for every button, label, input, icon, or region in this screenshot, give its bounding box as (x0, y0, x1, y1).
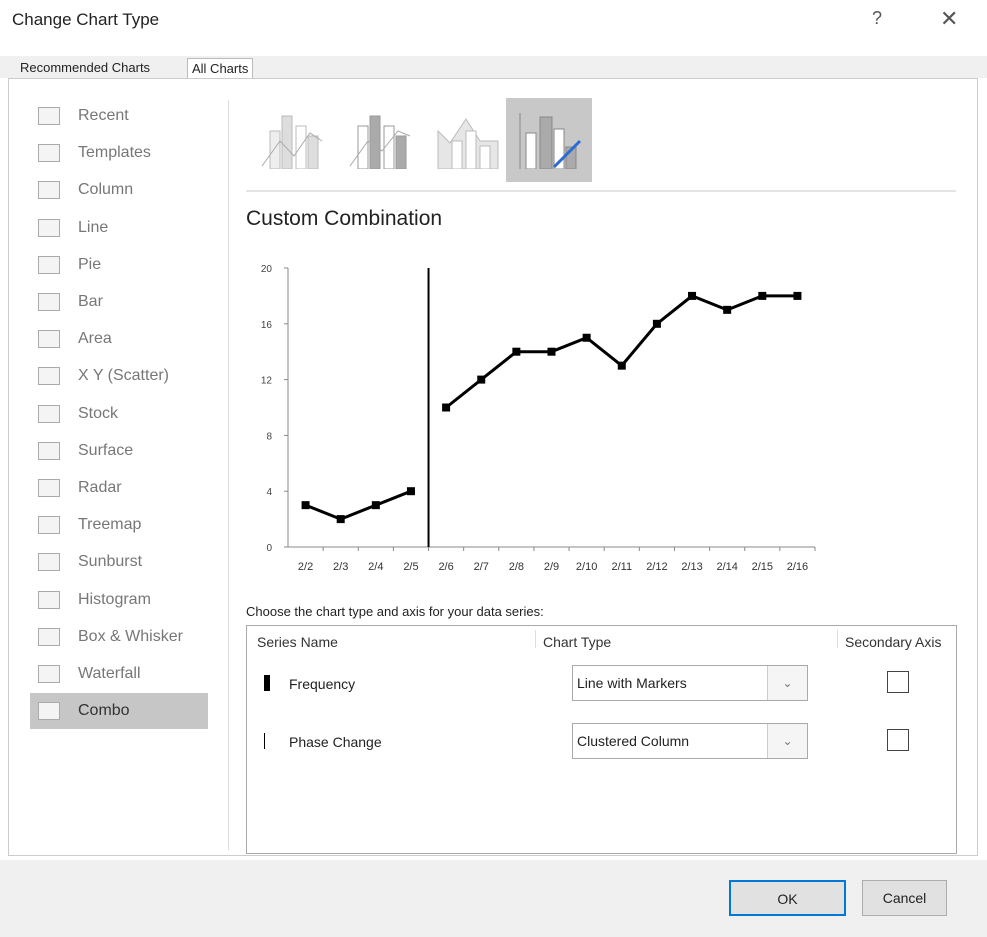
data-marker (442, 403, 451, 412)
data-marker (688, 291, 697, 300)
column-header-secondary-axis: Secondary Axis (845, 634, 942, 650)
chart-preview: 0 4 8 12 16 20 2/2 2/3 2/4 2/5 2/6 2/7 2/8 2/9 2/10 2/1… (261, 264, 816, 573)
sidebar-item-label: Waterfall (78, 665, 141, 682)
chevron-down-icon[interactable]: ⌄ (767, 666, 807, 700)
frequency-line (445, 294, 798, 409)
chart-type-select-frequency[interactable]: Line with Markers ⌄ (572, 665, 808, 701)
data-marker (512, 347, 521, 356)
y-tick-label: 20 (261, 264, 273, 275)
data-marker (406, 487, 415, 496)
waterfall-icon (38, 665, 60, 683)
secondary-axis-checkbox-phase-change[interactable] (887, 729, 909, 751)
x-tick-label: 2/6 (438, 561, 453, 573)
selected-value: Line with Markers (577, 675, 687, 691)
data-marker (336, 515, 345, 524)
data-marker (582, 333, 591, 342)
column-separator (837, 630, 838, 648)
x-tick-label: 2/12 (646, 561, 667, 573)
data-marker (617, 361, 626, 370)
x-tick-label: 2/11 (611, 561, 632, 573)
x-tick-label: 2/4 (368, 561, 383, 573)
box-whisker-icon (38, 627, 60, 646)
data-marker (371, 501, 380, 510)
cancel-button[interactable]: Cancel (862, 880, 947, 916)
sidebar-item-box-whisker[interactable]: Box & Whisker (30, 619, 208, 655)
sidebar-item-label: Combo (78, 702, 130, 720)
column-header-chart-type: Chart Type (543, 634, 612, 650)
data-marker (301, 501, 310, 510)
x-tick-label: 2/2 (298, 561, 313, 573)
series-table: Series Name Chart Type Secondary Axis Fr… (246, 625, 957, 854)
sidebar-item-label: Box & Whisker (78, 627, 183, 645)
data-marker (793, 291, 802, 300)
x-tick-label: 2/8 (509, 561, 524, 573)
series-instructions: Choose the chart type and axis for your … (246, 604, 544, 619)
chevron-down-icon[interactable]: ⌄ (767, 724, 807, 758)
x-tick-label: 2/15 (752, 561, 773, 573)
x-tick-label: 2/13 (681, 561, 702, 573)
y-tick-label: 12 (261, 376, 273, 387)
column-separator (535, 630, 536, 648)
data-marker (547, 347, 556, 356)
data-marker (758, 291, 767, 300)
y-tick-label: 16 (261, 320, 273, 331)
series-name: Phase Change (289, 734, 382, 750)
x-tick-label: 2/7 (474, 561, 489, 573)
y-tick-label: 0 (266, 543, 272, 554)
x-tick-label: 2/16 (787, 561, 808, 573)
column-header-series-name: Series Name (257, 634, 338, 650)
x-tick-label: 2/10 (576, 561, 597, 573)
x-tick-label: 2/3 (333, 561, 348, 573)
frequency-line (305, 489, 412, 521)
series-name: Frequency (289, 676, 356, 692)
data-marker (652, 319, 661, 328)
y-tick-label: 8 (266, 431, 272, 442)
series-color-swatch (264, 675, 270, 691)
x-tick-label: 2/14 (716, 561, 737, 573)
selected-value: Clustered Column (577, 733, 690, 749)
data-marker (723, 305, 732, 314)
series-color-swatch (264, 733, 265, 749)
combo-chart-icon (38, 702, 60, 721)
secondary-axis-checkbox-frequency[interactable] (887, 671, 909, 693)
y-tick-label: 4 (266, 487, 272, 498)
x-tick-label: 2/9 (544, 561, 559, 573)
sidebar-item-combo[interactable]: Combo (30, 693, 208, 730)
x-tick-label: 2/5 (403, 561, 418, 573)
chart-type-select-phase-change[interactable]: Clustered Column ⌄ (572, 723, 808, 759)
sidebar-item-waterfall[interactable]: Waterfall (30, 656, 208, 692)
ok-button[interactable]: OK (729, 880, 846, 916)
data-marker (477, 375, 486, 384)
